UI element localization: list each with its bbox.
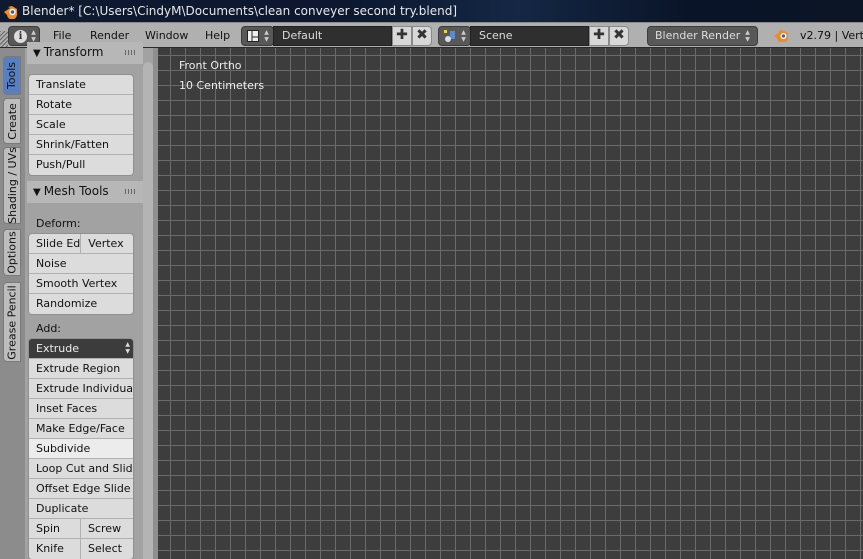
close-icon: ✖ (416, 27, 428, 43)
transform-panel-header[interactable]: ▼ Transform (27, 42, 143, 64)
info-icon: i (14, 30, 27, 43)
collapse-triangle-icon: ▼ (33, 187, 41, 198)
noise-button[interactable]: Noise (29, 254, 133, 274)
slide-vertex-button[interactable]: Vertex (81, 234, 133, 253)
scene-name-field[interactable]: Scene (470, 26, 589, 46)
inset-faces-button[interactable]: Inset Faces (29, 399, 133, 419)
extrude-dropdown[interactable]: Extrude ▲ ▼ (29, 339, 133, 359)
view-name-label: Front Ortho (179, 59, 242, 72)
tool-shelf: ▼ Transform Translate Rotate Scale Shrink… (25, 42, 158, 559)
plus-icon: ✚ (396, 27, 408, 43)
render-engine-dropdown[interactable]: Blender Render ▲ ▼ (647, 26, 758, 46)
loop-cut-slide-button[interactable]: Loop Cut and Slide (29, 459, 133, 479)
window-titlebar: Blender* [C:\Users\CindyM\Documents\clea… (0, 0, 863, 22)
slide-edge-button[interactable]: Slide Ed (29, 234, 82, 253)
tool-shelf-scrollbar[interactable] (143, 62, 153, 559)
transform-buttons: Translate Rotate Scale Shrink/Fatten Pus… (28, 74, 134, 176)
area-split-handle[interactable] (0, 31, 8, 47)
plus-icon: ✚ (593, 27, 605, 43)
tool-shelf-tabs: Tools Create Shading / UVs Options Greas… (0, 48, 25, 559)
spin-button[interactable]: Spin (29, 519, 81, 538)
delete-scene-button[interactable]: ✖ (609, 26, 629, 46)
add-scene-button[interactable]: ✚ (589, 26, 609, 46)
screen-layout-icon (247, 30, 259, 42)
scene-stats-text: v2.79 | Verts (800, 29, 863, 42)
mesh-tools-panel-header[interactable]: ▼ Mesh Tools (27, 181, 143, 203)
add-buttons: Extrude ▲ ▼ Extrude Region Extrude Indivi… (28, 338, 134, 559)
scene-icon (444, 30, 455, 42)
menu-render[interactable]: Render (90, 29, 129, 42)
offset-edge-slide-button[interactable]: Offset Edge Slide (29, 479, 133, 499)
3d-viewport[interactable]: Front Ortho 10 Centimeters (158, 48, 863, 559)
make-edge-face-button[interactable]: Make Edge/Face (29, 419, 133, 439)
tab-options[interactable]: Options (3, 229, 21, 276)
select-button[interactable]: Select (81, 539, 133, 559)
drag-grip-icon[interactable] (125, 189, 137, 194)
collapse-triangle-icon: ▼ (33, 48, 41, 59)
scene-selector[interactable]: ▲ ▼ (438, 26, 471, 46)
menu-file[interactable]: File (53, 29, 71, 42)
shrink-fatten-button[interactable]: Shrink/Fatten (29, 135, 133, 155)
grid-scale-label: 10 Centimeters (179, 79, 265, 92)
screen-layout-name-field[interactable]: Default (273, 26, 392, 46)
extrude-region-button[interactable]: Extrude Region (29, 359, 133, 379)
menu-help[interactable]: Help (205, 29, 230, 42)
deform-label: Deform: (36, 217, 81, 230)
blender-logo-icon (774, 30, 789, 42)
close-icon: ✖ (613, 27, 625, 43)
duplicate-button[interactable]: Duplicate (29, 499, 133, 519)
tab-tools[interactable]: Tools (3, 56, 21, 95)
randomize-button[interactable]: Randomize (29, 294, 133, 314)
deform-buttons: Slide Ed Vertex Noise Smooth Vertex Rand… (28, 233, 134, 315)
updown-arrows-icon: ▲ ▼ (125, 341, 130, 355)
smooth-vertex-button[interactable]: Smooth Vertex (29, 274, 133, 294)
translate-button[interactable]: Translate (29, 75, 133, 95)
render-engine-value: Blender Render (655, 29, 741, 42)
add-label: Add: (36, 322, 62, 335)
push-pull-button[interactable]: Push/Pull (29, 155, 133, 175)
window-title: Blender* [C:\Users\CindyM\Documents\clea… (22, 4, 458, 18)
tab-create[interactable]: Create (3, 98, 21, 144)
tab-grease-pencil[interactable]: Grease Pencil (3, 282, 21, 362)
knife-button[interactable]: Knife (29, 539, 81, 559)
menu-window[interactable]: Window (145, 29, 188, 42)
updown-arrows-icon: ▲ ▼ (461, 29, 466, 43)
drag-grip-icon[interactable] (125, 50, 137, 55)
extrude-individual-button[interactable]: Extrude Individual (29, 379, 133, 399)
updown-arrows-icon: ▲ ▼ (31, 29, 36, 43)
add-screen-button[interactable]: ✚ (392, 26, 412, 46)
subdivide-button[interactable]: Subdivide (29, 439, 133, 459)
blender-logo-icon (4, 6, 18, 19)
delete-screen-button[interactable]: ✖ (412, 26, 432, 46)
updown-arrows-icon: ▲ ▼ (745, 29, 750, 43)
screw-button[interactable]: Screw (81, 519, 133, 538)
scale-button[interactable]: Scale (29, 115, 133, 135)
rotate-button[interactable]: Rotate (29, 95, 133, 115)
updown-arrows-icon: ▲ ▼ (264, 29, 269, 43)
tab-shading-uvs[interactable]: Shading / UVs (3, 147, 21, 224)
screen-layout-selector[interactable]: ▲ ▼ (241, 26, 274, 46)
